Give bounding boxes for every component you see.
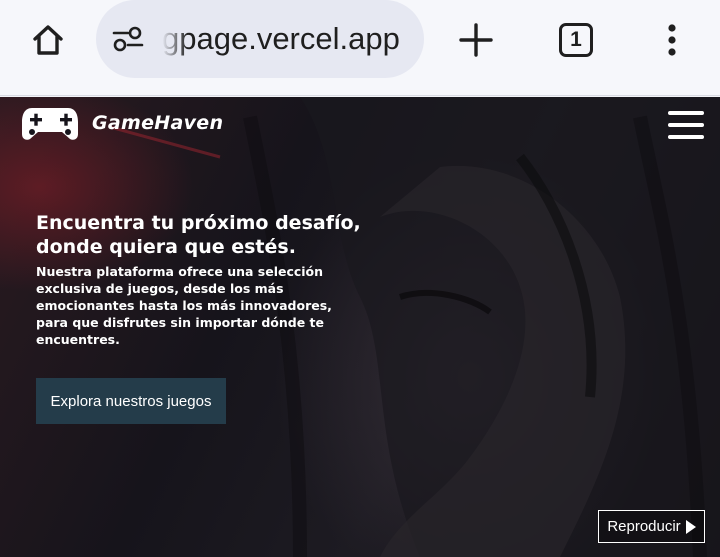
home-icon bbox=[33, 25, 63, 55]
new-tab-button[interactable] bbox=[448, 10, 504, 70]
address-bar[interactable]: gpage.vercel.app bbox=[96, 0, 424, 78]
play-label: Reproducir bbox=[607, 518, 681, 535]
url-text: gpage.vercel.app bbox=[162, 21, 412, 57]
hamburger-icon[interactable] bbox=[668, 111, 706, 141]
browser-menu-button[interactable] bbox=[644, 10, 700, 70]
explore-games-button[interactable]: Explora nuestros juegos bbox=[36, 378, 226, 424]
tab-switcher-button[interactable]: 1 bbox=[548, 10, 604, 70]
more-vert-icon bbox=[668, 24, 676, 56]
hero-title-line-2: donde quiera que estés. bbox=[36, 236, 296, 258]
site-header: GameHaven bbox=[0, 97, 720, 157]
home-button[interactable] bbox=[20, 10, 76, 70]
brand-name: GameHaven bbox=[92, 112, 224, 134]
play-icon bbox=[685, 519, 696, 534]
play-video-button[interactable]: Reproducir bbox=[598, 510, 705, 543]
site-logo[interactable]: GameHaven bbox=[20, 104, 223, 142]
plus-icon bbox=[459, 23, 493, 57]
browser-toolbar: gpage.vercel.app 1 bbox=[0, 0, 720, 96]
hero-title-line-1: Encuentra tu próximo desafío, bbox=[36, 212, 361, 234]
web-page: GameHaven Encuentra tu próximo desafío, … bbox=[0, 97, 720, 557]
site-settings-icon[interactable] bbox=[112, 25, 144, 53]
hero-description: Nuestra plataforma ofrece una selección … bbox=[36, 264, 332, 347]
hero-title: Encuentra tu próximo desafío, donde quie… bbox=[36, 211, 366, 259]
gamepad-icon bbox=[22, 108, 78, 140]
tab-switcher-icon: 1 bbox=[559, 23, 593, 57]
